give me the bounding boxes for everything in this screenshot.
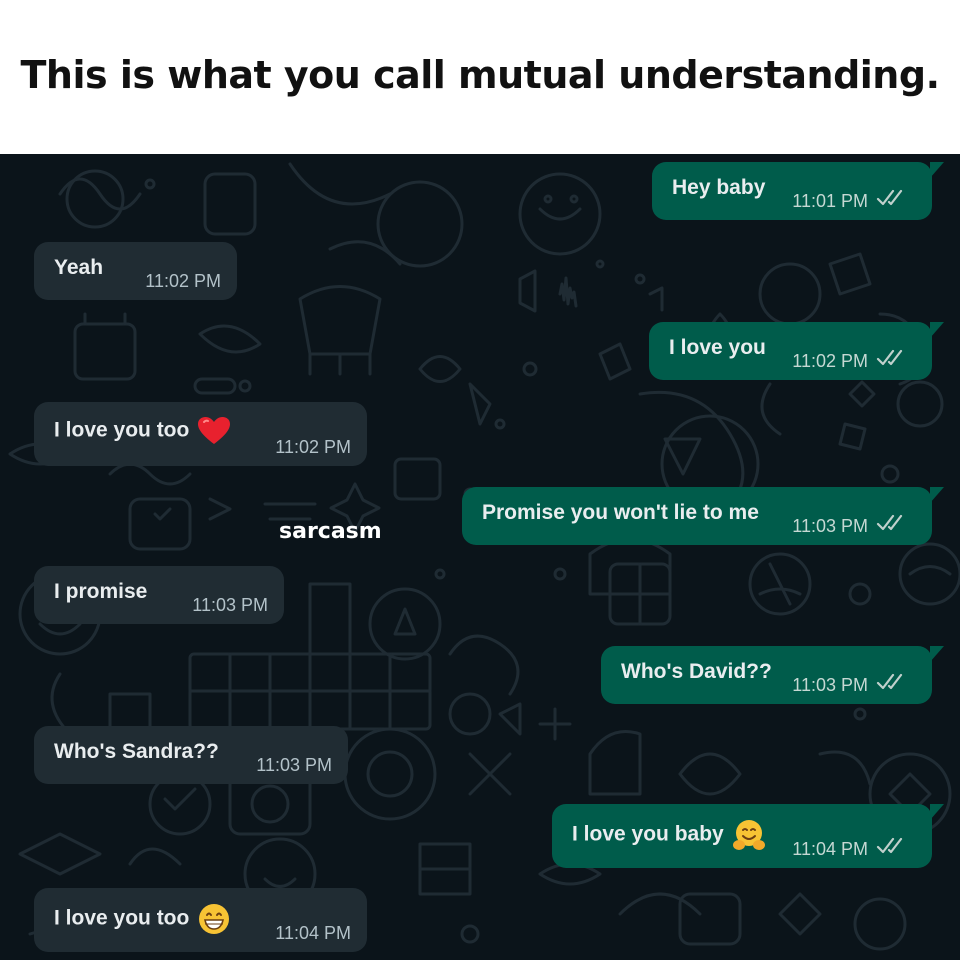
message-text: I promise bbox=[54, 580, 148, 603]
chat-area[interactable]: Hey baby 11:01 PM Yeah 11:02 PM I love y… bbox=[0, 154, 960, 960]
message-text: Promise you won't lie to me bbox=[482, 501, 759, 524]
message-text: Who's David?? bbox=[621, 660, 772, 683]
message-bubble-incoming[interactable]: Yeah 11:02 PM bbox=[34, 242, 237, 300]
double-check-icon bbox=[876, 673, 903, 690]
double-check-icon bbox=[876, 514, 903, 531]
message-text: I love you baby bbox=[572, 818, 766, 852]
message-bubble-outgoing[interactable]: I love you baby 11:04 PM bbox=[552, 804, 944, 868]
message-text: Who's Sandra?? bbox=[54, 740, 219, 763]
message-text: Hey baby bbox=[672, 176, 766, 199]
message-bubble-outgoing[interactable]: Who's David?? 11:03 PM bbox=[601, 646, 944, 704]
message-text: I love you too bbox=[54, 902, 231, 936]
double-check-icon bbox=[876, 349, 903, 366]
message-time: 11:04 PM bbox=[275, 923, 351, 943]
message-time: 11:01 PM bbox=[792, 191, 868, 211]
message-text-content: I love you baby bbox=[572, 822, 724, 846]
message-bubble-incoming[interactable]: I love you too 11:02 PM bbox=[34, 402, 367, 466]
message-bubble-outgoing[interactable]: Hey baby 11:01 PM bbox=[652, 162, 944, 220]
message-text-content: I love you too bbox=[54, 906, 190, 930]
red-heart-emoji bbox=[198, 417, 231, 444]
hugging-face-emoji bbox=[732, 820, 765, 850]
double-check-icon bbox=[876, 837, 903, 854]
double-check-icon bbox=[876, 189, 903, 206]
message-time: 11:03 PM bbox=[256, 755, 332, 775]
message-bubble-incoming[interactable]: Who's Sandra?? 11:03 PM bbox=[34, 726, 348, 784]
message-time: 11:04 PM bbox=[792, 839, 868, 859]
message-time: 11:03 PM bbox=[792, 516, 868, 536]
message-bubble-incoming[interactable]: I love you too 11:04 PM bbox=[34, 888, 367, 952]
message-bubble-outgoing[interactable]: I love you 11:02 PM bbox=[649, 322, 944, 380]
message-time: 11:02 PM bbox=[792, 351, 868, 371]
message-text: I love you bbox=[669, 336, 766, 359]
grinning-face-emoji bbox=[199, 904, 230, 934]
message-bubble-outgoing[interactable]: Promise you won't lie to me 11:03 PM bbox=[462, 487, 944, 545]
message-time: 11:03 PM bbox=[192, 595, 268, 615]
caption-text: This is what you call mutual understandi… bbox=[20, 53, 941, 97]
message-bubble-incoming[interactable]: I promise 11:03 PM bbox=[34, 566, 284, 624]
message-time: 11:03 PM bbox=[792, 675, 868, 695]
sarcasm-annotation: sarcasm bbox=[279, 519, 382, 544]
message-text-content: I love you too bbox=[54, 418, 190, 442]
message-time: 11:02 PM bbox=[275, 437, 351, 457]
message-time: 11:02 PM bbox=[145, 271, 221, 291]
message-text: Yeah bbox=[54, 256, 104, 279]
message-text: I love you too bbox=[54, 416, 231, 446]
meme-caption: This is what you call mutual understandi… bbox=[0, 0, 960, 154]
